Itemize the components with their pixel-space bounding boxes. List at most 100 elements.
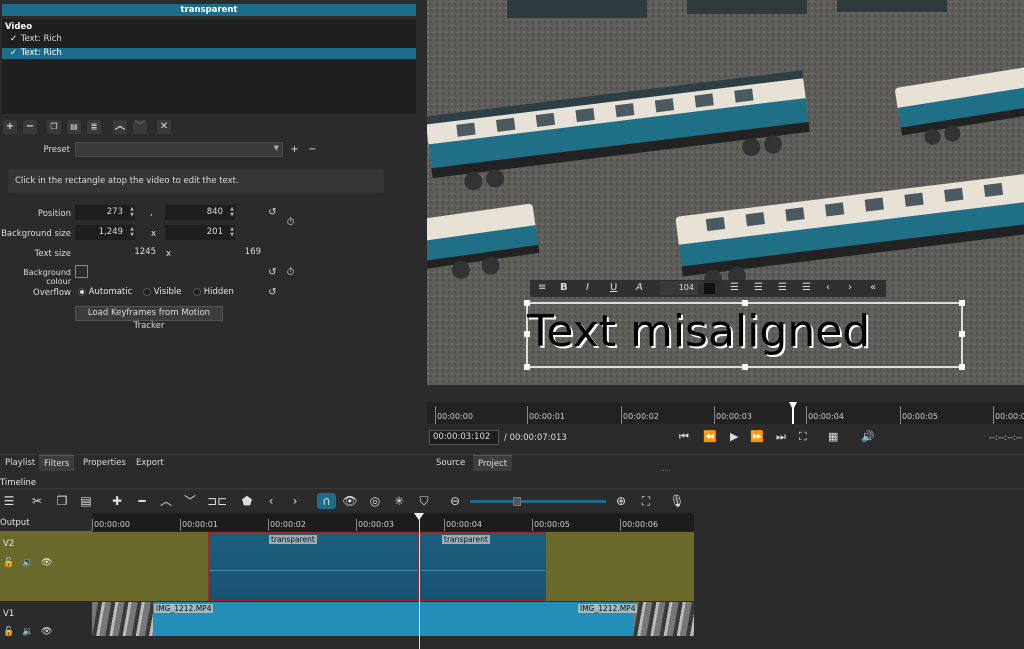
resize-handle[interactable]: [742, 364, 748, 370]
font-size-field[interactable]: 104: [660, 281, 698, 295]
track-v2[interactable]: transparent transparent: [92, 531, 694, 601]
reset-colour-button[interactable]: ↺: [266, 266, 279, 279]
rewind-icon[interactable]: ⏪: [703, 430, 717, 443]
move-down-button[interactable]: ﹀: [133, 120, 147, 134]
tab-source[interactable]: Source: [431, 455, 470, 471]
move-up-button[interactable]: ︿: [113, 120, 127, 134]
timecode-field[interactable]: 00:00:03:102: [429, 430, 499, 445]
paste-icon[interactable]: ▤: [78, 493, 94, 509]
play-icon[interactable]: ▶: [730, 430, 738, 443]
spin-arrows-icon[interactable]: ▲ ▼: [226, 206, 234, 218]
volume-icon[interactable]: 🔊: [861, 430, 875, 443]
deselect-filter-button[interactable]: ✕: [157, 120, 171, 134]
video-preview[interactable]: ≡ B I U A 104 ☰ ☰ ☰ ☰ ‹ › « Text misalig…: [427, 0, 1024, 385]
skip-next-icon[interactable]: ⏭: [776, 430, 786, 444]
resize-handle[interactable]: [524, 364, 530, 370]
zoom-slider-handle[interactable]: [513, 497, 521, 506]
menu-icon[interactable]: ☰: [1, 493, 17, 509]
resize-handle[interactable]: [524, 331, 530, 337]
grid-icon[interactable]: ▦: [828, 430, 838, 443]
save-filter-set-button[interactable]: ≣: [87, 120, 101, 134]
zoom-out-icon[interactable]: ⊖: [447, 493, 463, 509]
align-left-icon[interactable]: ☰: [730, 282, 739, 293]
scrub-icon[interactable]: 👁: [342, 493, 358, 509]
eye-icon[interactable]: 👁: [41, 558, 52, 568]
track-header-v2[interactable]: V2 🔓 🔉 👁: [0, 531, 92, 601]
overflow-hidden-radio[interactable]: Hidden: [193, 287, 234, 297]
speaker-icon[interactable]: 🔉: [22, 627, 33, 637]
lock-icon[interactable]: 🔓: [3, 627, 14, 637]
load-keyframes-button[interactable]: Load Keyframes from Motion Tracker: [75, 306, 223, 331]
skip-previous-icon[interactable]: ⏮: [679, 430, 689, 444]
overflow-visible-radio[interactable]: Visible: [143, 287, 181, 297]
ripple-all-icon[interactable]: ✳: [391, 493, 407, 509]
paste-filter-button[interactable]: ▤: [67, 120, 81, 134]
resize-handle[interactable]: [742, 300, 748, 306]
resize-handle[interactable]: [959, 364, 965, 370]
tab-properties[interactable]: Properties: [78, 455, 131, 471]
track-header-v1[interactable]: V1 🔓 🔉 👁: [0, 603, 92, 649]
position-x-input[interactable]: 273 ▲ ▼: [75, 205, 135, 220]
track-v1[interactable]: IMG_1212.MP4 IMG_1212.MP4: [92, 602, 694, 636]
split-icon[interactable]: ⊐⊏: [207, 493, 227, 509]
minus-icon[interactable]: ━: [134, 493, 150, 509]
filter-checkbox[interactable]: ✓: [10, 48, 18, 59]
lift-icon[interactable]: ︿: [158, 493, 174, 509]
snap-icon[interactable]: ∩: [317, 493, 336, 509]
font-icon[interactable]: A: [636, 282, 643, 293]
add-filter-button[interactable]: +: [3, 120, 17, 134]
copy-filter-button[interactable]: ❐: [47, 120, 61, 134]
menu-icon[interactable]: ≡: [538, 282, 546, 293]
ripple-markers-icon[interactable]: ⛉: [416, 493, 432, 509]
fast-forward-icon[interactable]: ⏩: [750, 430, 764, 443]
preset-dropdown[interactable]: ▼: [75, 142, 283, 157]
filter-row-selected[interactable]: ✓ Text: Rich: [2, 48, 416, 59]
justify-icon[interactable]: ☰: [802, 282, 811, 293]
resize-handle[interactable]: [524, 300, 530, 306]
bold-icon[interactable]: B: [560, 282, 568, 293]
bg-colour-swatch[interactable]: [75, 265, 88, 278]
italic-icon[interactable]: I: [586, 282, 589, 293]
zoom-fit-icon[interactable]: ⛶: [638, 493, 654, 509]
keyframe-toggle-button[interactable]: ⏱: [284, 216, 297, 229]
scissors-icon[interactable]: ✂: [29, 493, 45, 509]
speaker-icon[interactable]: 🔉: [22, 558, 33, 568]
microphone-icon[interactable]: 🎙: [669, 493, 685, 509]
timeline-ruler[interactable]: 00:00:00 00:00:01 00:00:02 00:00:03 00:0…: [92, 513, 694, 531]
lock-icon[interactable]: 🔓: [3, 558, 14, 568]
spin-arrows-icon[interactable]: ▲ ▼: [226, 226, 234, 238]
spin-arrows-icon[interactable]: ▲ ▼: [126, 226, 134, 238]
filter-row[interactable]: ✓ Text: Rich: [2, 34, 416, 45]
tab-filters[interactable]: Filters: [39, 455, 75, 471]
save-preset-button[interactable]: +: [288, 143, 301, 156]
player-ruler[interactable]: 00:00:00 00:00:01 00:00:02 00:00:03 00:0…: [427, 402, 1024, 424]
reset-position-button[interactable]: ↺: [266, 206, 279, 219]
timeline-clip[interactable]: transparent: [208, 532, 419, 601]
tab-project[interactable]: Project: [473, 455, 513, 471]
zoom-slider[interactable]: [470, 497, 606, 506]
position-y-input[interactable]: 840 ▲ ▼: [165, 205, 235, 220]
filter-checkbox[interactable]: ✓: [10, 34, 18, 45]
underline-icon[interactable]: U: [610, 282, 617, 293]
text-colour-swatch[interactable]: [704, 283, 715, 294]
tab-export[interactable]: Export: [131, 455, 169, 471]
align-right-icon[interactable]: ☰: [778, 282, 787, 293]
colour-keyframe-button[interactable]: ⏱: [284, 266, 297, 279]
resize-handle[interactable]: [959, 331, 965, 337]
chevron-left-icon[interactable]: ‹: [826, 282, 830, 293]
text-rectangle[interactable]: Text misaligned: [524, 300, 965, 370]
splitter-grip[interactable]: .....: [660, 465, 671, 473]
chevron-right-icon[interactable]: ›: [287, 493, 303, 509]
collapse-icon[interactable]: «: [870, 282, 876, 293]
bg-width-input[interactable]: 1,249 ▲ ▼: [75, 225, 135, 240]
tab-playlist[interactable]: Playlist: [0, 455, 40, 471]
copy-icon[interactable]: ❐: [54, 493, 70, 509]
zoom-in-icon[interactable]: ⊕: [613, 493, 629, 509]
bg-height-input[interactable]: 201 ▲ ▼: [165, 225, 235, 240]
spin-arrows-icon[interactable]: ▲ ▼: [126, 206, 134, 218]
marker-icon[interactable]: ⬟: [239, 493, 255, 509]
zoom-fit-icon[interactable]: ⛶: [799, 430, 807, 444]
overflow-automatic-radio[interactable]: Automatic: [78, 287, 132, 297]
reset-overflow-button[interactable]: ↺: [266, 286, 279, 299]
align-center-icon[interactable]: ☰: [754, 282, 763, 293]
